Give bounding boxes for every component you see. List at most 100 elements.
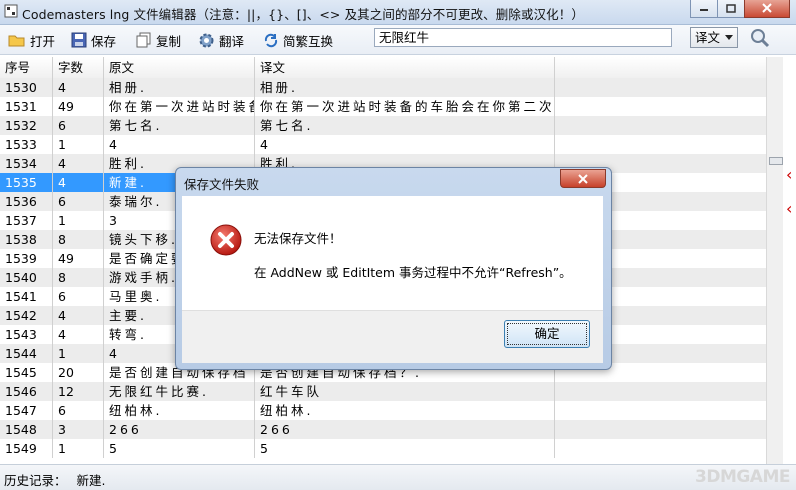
- folder-icon: [8, 35, 25, 47]
- cell-blank: [555, 116, 766, 135]
- cell-index[interactable]: 1539: [0, 249, 53, 268]
- search-input[interactable]: 无限红牛: [374, 28, 672, 47]
- open-label: 打开: [30, 33, 56, 49]
- cell-index[interactable]: 1541: [0, 287, 53, 306]
- cell-count[interactable]: 20: [53, 363, 104, 382]
- close-icon: [762, 3, 772, 13]
- cell-count[interactable]: 4: [53, 154, 104, 173]
- cell-blank: [555, 420, 766, 439]
- cell-index[interactable]: 1536: [0, 192, 53, 211]
- table-row[interactable]: 1547 6 纽柏林. 纽柏林.: [0, 401, 766, 420]
- cell-index[interactable]: 1543: [0, 325, 53, 344]
- dialog-close-button[interactable]: [560, 169, 606, 188]
- cell-index[interactable]: 1532: [0, 116, 53, 135]
- cell-count[interactable]: 4: [53, 306, 104, 325]
- cell-count[interactable]: 6: [53, 192, 104, 211]
- search-icon[interactable]: [750, 28, 770, 48]
- cell-index[interactable]: 1534: [0, 154, 53, 173]
- open-button[interactable]: 打开: [8, 30, 55, 50]
- scroll-thumb[interactable]: [769, 157, 783, 165]
- minimize-button[interactable]: [690, 0, 718, 18]
- cell-count[interactable]: 1: [53, 211, 104, 230]
- cell-blank: [555, 78, 766, 97]
- table-row[interactable]: 1532 6 第七名. 第七名.: [0, 116, 766, 135]
- cell-source[interactable]: 你在第一次进站时装备: [104, 97, 255, 116]
- chevron-down-icon: [725, 35, 733, 40]
- table-row[interactable]: 1530 4 相册. 相册.: [0, 78, 766, 97]
- header-count[interactable]: 字数: [53, 57, 104, 78]
- header-source[interactable]: 原文: [104, 57, 255, 78]
- table-row[interactable]: 1546 12 无限红牛比赛. 红牛车队: [0, 382, 766, 401]
- watermark: 3DMGAME: [695, 467, 791, 487]
- cell-count[interactable]: 4: [53, 173, 104, 192]
- cell-source[interactable]: 相册.: [104, 78, 255, 97]
- cell-source[interactable]: 无限红牛比赛.: [104, 382, 255, 401]
- convert-button[interactable]: 简繁互换: [263, 30, 333, 50]
- cell-translation[interactable]: 4: [255, 135, 555, 154]
- copy-button[interactable]: 复制: [136, 30, 181, 50]
- close-icon: [578, 173, 588, 184]
- table-row[interactable]: 1548 3 266 266: [0, 420, 766, 439]
- save-button[interactable]: 保存: [71, 30, 116, 50]
- close-button[interactable]: [744, 0, 790, 18]
- cell-blank: [555, 382, 766, 401]
- cell-translation[interactable]: 你在第一次进站时装备的车胎会在你第二次: [255, 97, 555, 116]
- copy-icon: [136, 32, 151, 48]
- ok-button[interactable]: 确定: [504, 320, 590, 348]
- maximize-button[interactable]: [717, 0, 745, 18]
- vertical-scrollbar[interactable]: [766, 57, 784, 464]
- cell-translation[interactable]: 第七名.: [255, 116, 555, 135]
- cell-index[interactable]: 1537: [0, 211, 53, 230]
- cell-count[interactable]: 1: [53, 135, 104, 154]
- cell-index[interactable]: 1547: [0, 401, 53, 420]
- cell-count[interactable]: 6: [53, 287, 104, 306]
- cell-index[interactable]: 1545: [0, 363, 53, 382]
- convert-label: 简繁互换: [283, 33, 334, 49]
- cell-index[interactable]: 1535: [0, 173, 53, 192]
- cell-count[interactable]: 12: [53, 382, 104, 401]
- cell-translation[interactable]: 相册.: [255, 78, 555, 97]
- cell-index[interactable]: 1531: [0, 97, 53, 116]
- cell-index[interactable]: 1530: [0, 78, 53, 97]
- header-translation[interactable]: 译文: [255, 57, 555, 78]
- cell-translation[interactable]: 266: [255, 420, 555, 439]
- cell-index[interactable]: 1538: [0, 230, 53, 249]
- cell-source[interactable]: 5: [104, 439, 255, 458]
- gear-icon: [199, 33, 214, 47]
- cell-translation[interactable]: 5: [255, 439, 555, 458]
- cell-index[interactable]: 1542: [0, 306, 53, 325]
- cell-source[interactable]: 4: [104, 135, 255, 154]
- table-row[interactable]: 1549 1 5 5: [0, 439, 766, 458]
- minimize-icon: [700, 9, 708, 11]
- table-row[interactable]: 1531 49 你在第一次进站时装备 你在第一次进站时装备的车胎会在你第二次: [0, 97, 766, 116]
- cell-count[interactable]: 6: [53, 401, 104, 420]
- cell-translation[interactable]: 红牛车队: [255, 382, 555, 401]
- cell-translation[interactable]: 纽柏林.: [255, 401, 555, 420]
- cell-count[interactable]: 49: [53, 97, 104, 116]
- cell-source[interactable]: 第七名.: [104, 116, 255, 135]
- header-index[interactable]: 序号: [0, 57, 53, 78]
- cell-source[interactable]: 纽柏林.: [104, 401, 255, 420]
- cell-count[interactable]: 3: [53, 420, 104, 439]
- cell-count[interactable]: 4: [53, 325, 104, 344]
- cell-count[interactable]: 1: [53, 439, 104, 458]
- cell-index[interactable]: 1549: [0, 439, 53, 458]
- table-row[interactable]: 1533 1 4 4: [0, 135, 766, 154]
- floppy-icon: [71, 32, 87, 48]
- translate-button[interactable]: 翻译: [198, 30, 244, 50]
- cell-count[interactable]: 1: [53, 344, 104, 363]
- cell-index[interactable]: 1548: [0, 420, 53, 439]
- cell-count[interactable]: 6: [53, 116, 104, 135]
- cell-count[interactable]: 8: [53, 230, 104, 249]
- cell-source[interactable]: 266: [104, 420, 255, 439]
- cell-index[interactable]: 1546: [0, 382, 53, 401]
- cell-count[interactable]: 49: [53, 249, 104, 268]
- save-label: 保存: [91, 33, 117, 49]
- cell-index[interactable]: 1533: [0, 135, 53, 154]
- red-mark: ‹: [786, 165, 793, 184]
- language-select[interactable]: 译文: [690, 27, 738, 48]
- cell-index[interactable]: 1544: [0, 344, 53, 363]
- cell-index[interactable]: 1540: [0, 268, 53, 287]
- cell-count[interactable]: 4: [53, 78, 104, 97]
- cell-count[interactable]: 8: [53, 268, 104, 287]
